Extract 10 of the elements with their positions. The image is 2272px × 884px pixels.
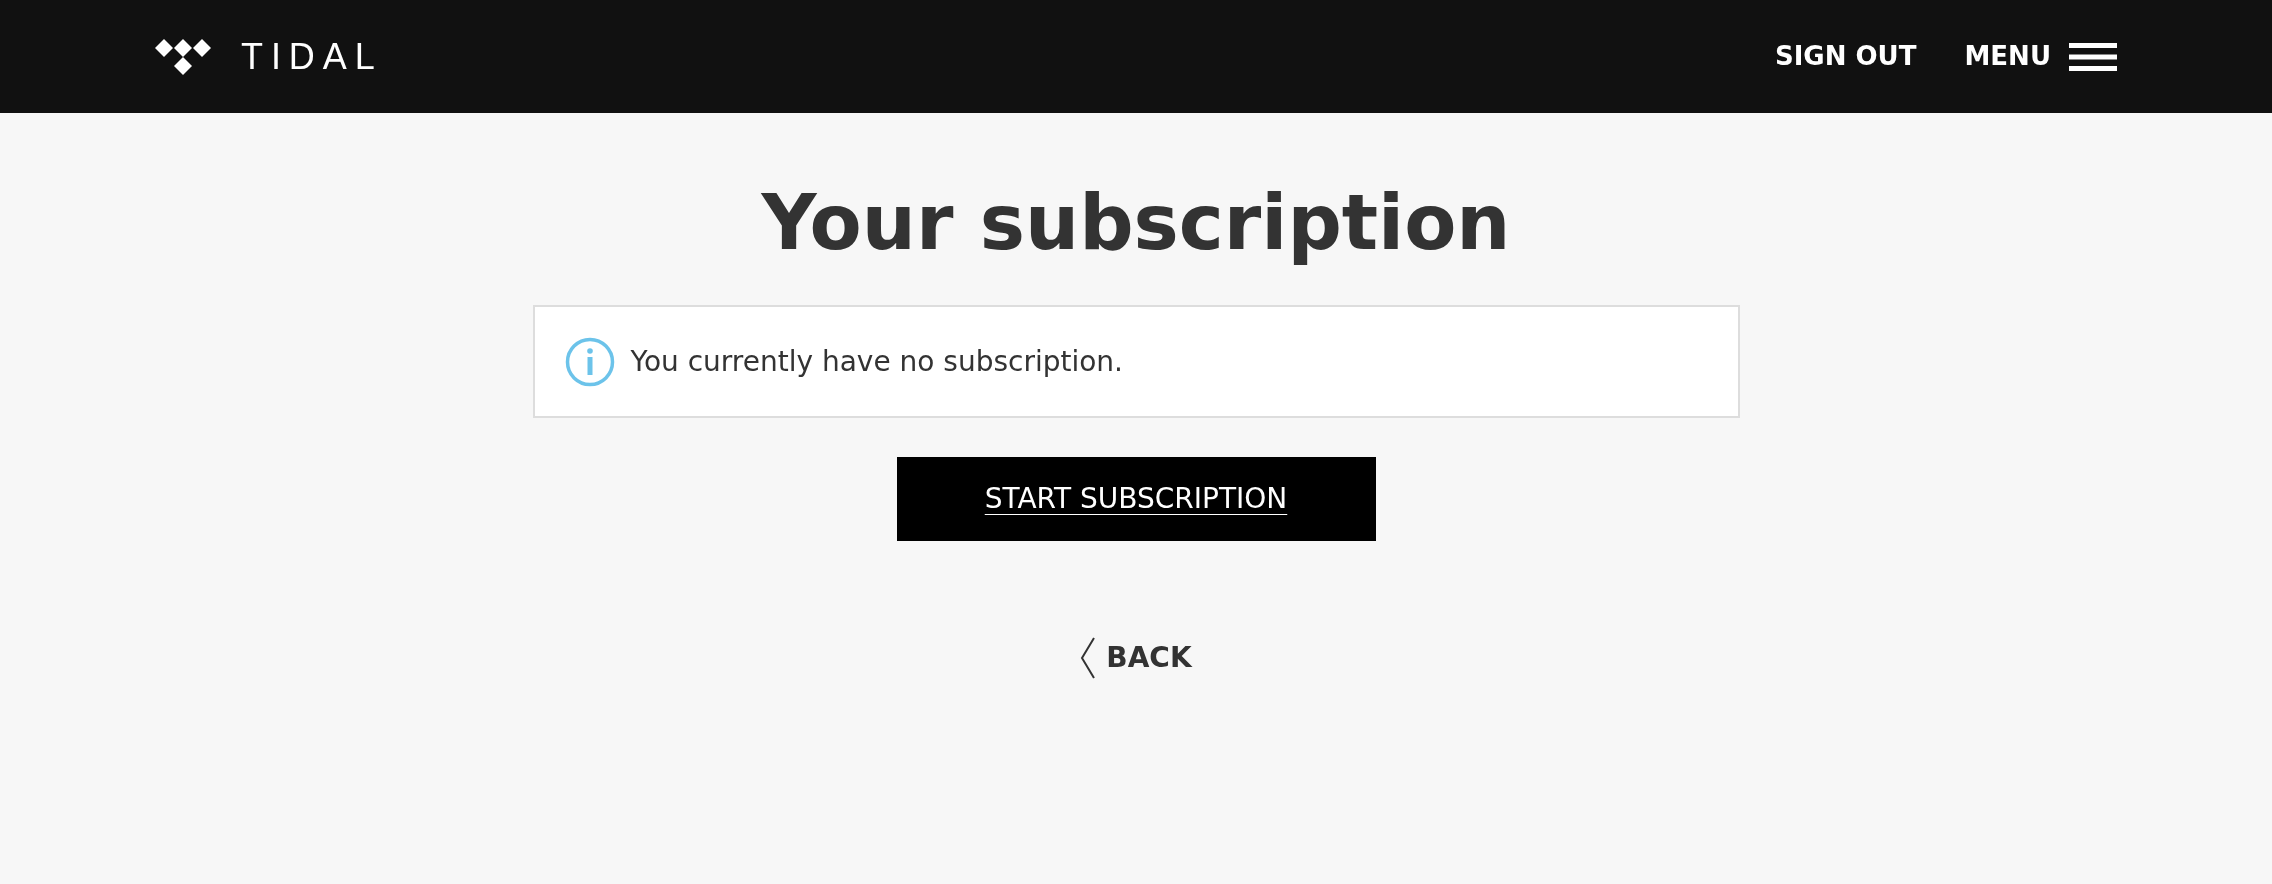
logo-icon <box>155 37 211 76</box>
menu-icon <box>2069 42 2117 71</box>
sign-out-link[interactable]: SIGN OUT <box>1774 37 1917 76</box>
back-link[interactable]: BACK <box>1080 637 1192 679</box>
start-subscription-button[interactable]: START SUBSCRIPTION <box>896 457 1376 541</box>
brand-name: TIDAL <box>241 34 383 79</box>
chevron-left-icon <box>1080 637 1097 679</box>
menu-button[interactable]: MENU <box>1964 37 2117 76</box>
notice-text: You currently have no subscription. <box>630 343 1123 380</box>
info-icon <box>564 336 615 387</box>
